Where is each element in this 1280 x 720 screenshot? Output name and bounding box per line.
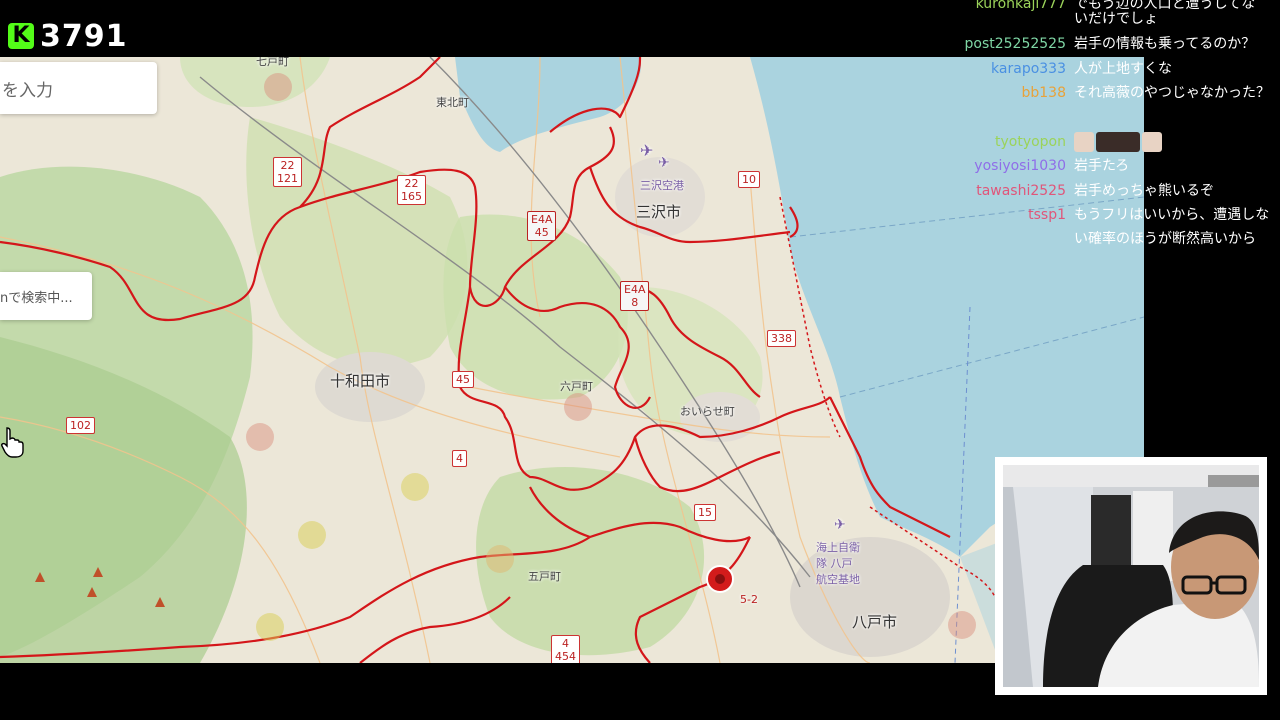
road-shield: 45: [452, 371, 474, 388]
place-oirase: おいらせ町: [680, 405, 735, 418]
chat-text: 岩手の情報も乗ってるのか？: [1074, 36, 1256, 52]
webcam-frame: [995, 457, 1267, 695]
viewer-count: 3791: [40, 18, 128, 54]
chat-text: 岩手たろ: [1074, 158, 1130, 174]
place-misawa-airport: 三沢空港: [640, 179, 684, 192]
chat-username: kurohkaji777: [975, 0, 1066, 12]
chat-username: bb138: [1021, 85, 1067, 101]
chat-text: 岩手めっちゃ熊いるぞ: [1074, 183, 1214, 199]
road-shield: 15: [694, 504, 716, 521]
road-shield: 10: [738, 171, 760, 188]
chat-username: tawashi2525: [976, 183, 1066, 199]
stream-frame: 七戸町 東北町 三沢市 三沢空港 十和田市 六戸町 おいらせ町 五戸町 八戸市 …: [0, 0, 1280, 720]
chat-text: 人が上地すくな: [1074, 61, 1172, 77]
search-status-popup: nで検索中...: [0, 272, 92, 320]
chat-username: yosiyosi1030: [974, 158, 1066, 174]
airplane-icon: ✈: [658, 155, 670, 171]
road-shield: 338: [767, 330, 796, 347]
chat-overlay: kurohkaji777 でもう辺の人口と遭うしてな いだけでしょ post25…: [952, 0, 1280, 280]
chat-text: いだけでしょ: [1074, 11, 1158, 27]
airplane-icon: ✈: [834, 517, 846, 533]
place-jsdf-line2: 隊 八戸: [816, 557, 853, 570]
chat-username: post25252525: [964, 36, 1067, 52]
place-shichinohe: 七戸町: [256, 57, 289, 68]
road-shield: E4A 45: [527, 211, 557, 241]
hand-pointer-icon: [1, 427, 24, 458]
webcam-video: [1003, 465, 1259, 687]
chat-text: もうフリはいいから、遭遇しない確率のほうが断然高いから: [1074, 207, 1270, 247]
road-shield: 4: [452, 450, 467, 467]
chat-username: tssp1: [1028, 207, 1066, 223]
place-misawa: 三沢市: [636, 203, 682, 221]
chat-text: それ高薇のやつじゃなかった？: [1074, 85, 1270, 101]
road-shield: 22 121: [273, 157, 302, 187]
map-search-input[interactable]: を入力: [0, 62, 157, 114]
kick-logo-icon: K: [8, 23, 34, 49]
road-shield: 4 454: [551, 635, 580, 663]
road-label: 5-2: [740, 593, 758, 606]
search-placeholder: を入力: [2, 80, 53, 101]
road-shield: 22 165: [397, 175, 426, 205]
search-status-text: nで検索中...: [0, 290, 73, 306]
place-jsdf-line3: 航空基地: [816, 573, 860, 586]
airplane-icon: ✈: [640, 141, 654, 160]
place-hachinohe: 八戸市: [852, 613, 898, 631]
place-towada: 十和田市: [330, 372, 391, 390]
viewer-count-badge: K 3791: [8, 12, 128, 60]
place-gonohe: 五戸町: [528, 570, 561, 583]
place-rokunohe: 六戸町: [560, 380, 593, 393]
chat-username: tyotyopon: [994, 134, 1066, 150]
road-shield: 102: [66, 417, 95, 434]
place-jsdf-line1: 海上自衛: [816, 541, 860, 554]
red-location-marker-icon[interactable]: [705, 564, 735, 594]
chat-username: karapo333: [991, 61, 1066, 77]
place-tohoku: 東北町: [436, 96, 469, 109]
road-shield: E4A 8: [620, 281, 650, 311]
